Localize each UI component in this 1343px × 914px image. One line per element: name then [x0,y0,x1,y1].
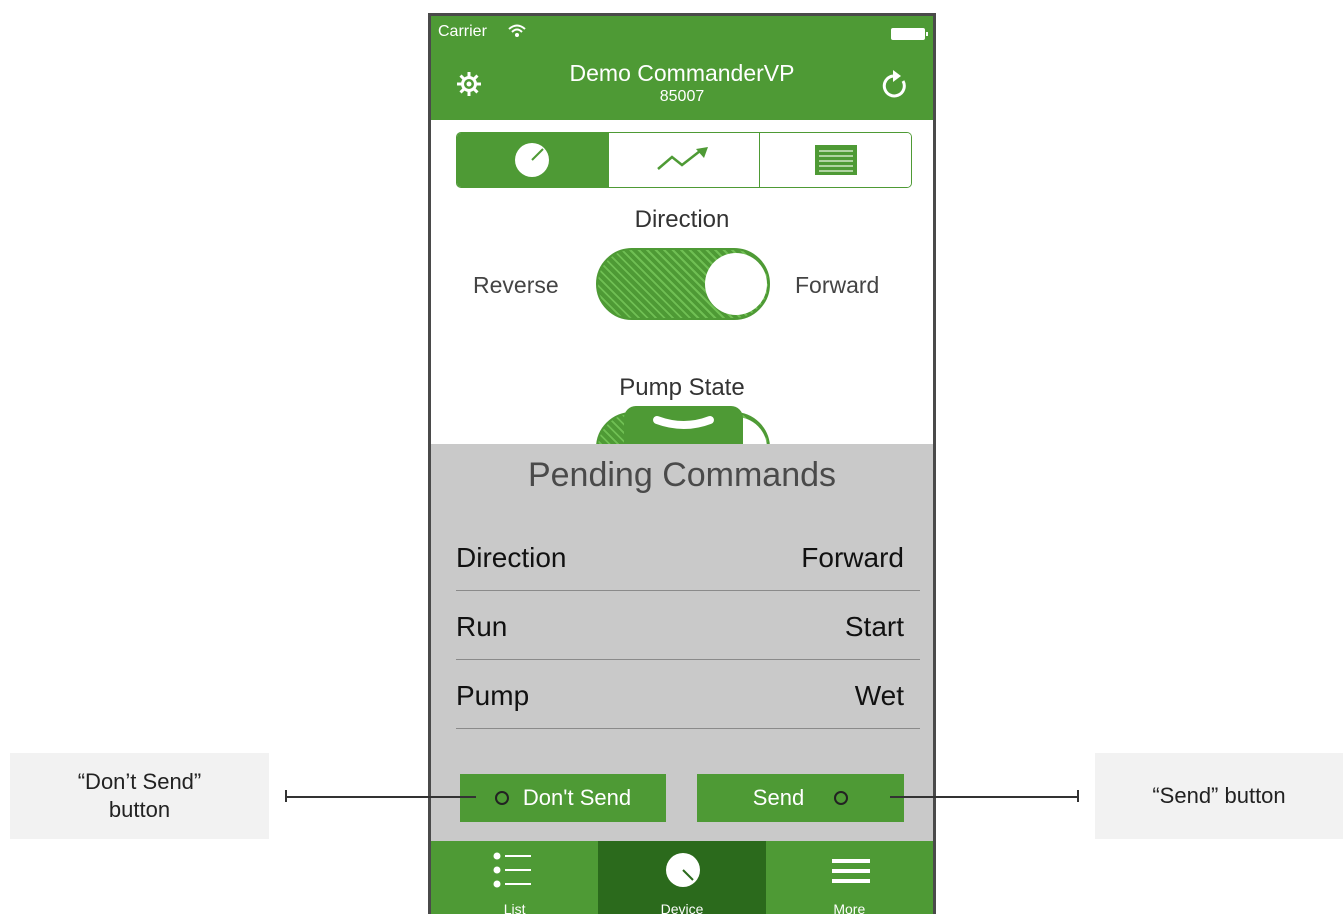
chevron-down-icon [653,416,714,429]
refresh-icon[interactable] [881,68,911,107]
command-name: Pump [456,680,530,711]
send-callout: “Send” button [1095,753,1343,839]
dont-send-button[interactable]: Don't Send [460,774,666,822]
tab-label: List [503,901,526,914]
trend-chart-icon [657,147,708,170]
view-segmented-control [456,132,912,188]
dont-send-callout: “Don’t Send” button [10,753,269,839]
callout-line-end [1077,790,1079,802]
send-label: Send [752,785,805,810]
dont-send-callout-text: “Don’t Send” button [77,769,202,822]
wifi-icon [508,24,526,43]
dont-send-callout-line [286,796,476,798]
callout-anchor-marker [494,791,509,805]
phone-screen: Carrier Demo CommanderVP 85007 Direction… [428,13,936,914]
tab-label: More [833,901,866,914]
dont-send-label: Don't Send [522,785,632,810]
command-row: Run Start [456,591,920,660]
direction-toggle[interactable] [596,248,770,320]
forward-label: Forward [795,272,880,298]
app-header: Carrier Demo CommanderVP 85007 [431,16,933,120]
reverse-label: Reverse [473,272,559,298]
pending-commands-title: Pending Commands [527,456,837,494]
command-name: Direction [456,542,567,573]
command-value: Start [844,611,904,642]
table-icon [814,145,857,175]
send-button[interactable]: Send [697,774,904,822]
tab-label: Device [660,901,704,914]
device-gauge-icon [666,853,701,887]
pending-commands-sheet: Pending Commands Direction Forward Run S… [431,444,933,841]
send-callout-text: “Send” button [1152,783,1286,808]
command-name: Run [456,611,508,642]
command-value: Forward [801,542,904,573]
command-value: Wet [854,680,904,711]
command-row: Direction Forward [456,522,920,591]
pump-state-label: Pump State [619,374,745,401]
send-callout-line [890,796,1078,798]
tab-more[interactable]: More [766,841,933,914]
callout-anchor-marker [834,791,849,805]
bottom-tab-bar: List Device More [431,841,933,914]
device-id: 85007 [659,88,705,105]
segment-gauge[interactable] [457,133,609,187]
toggle-knob [705,253,767,315]
menu-icon [831,859,870,883]
direction-label: Direction [634,206,730,233]
carrier-label: Carrier [438,23,487,40]
segment-trend[interactable] [608,133,761,187]
battery-icon [891,28,928,40]
tab-list[interactable]: List [431,841,598,914]
command-row: Pump Wet [456,660,920,729]
segment-table[interactable] [760,133,911,187]
gauge-icon [515,143,550,177]
tab-device[interactable]: Device [598,841,766,914]
list-icon [493,852,531,888]
device-title: Demo CommanderVP [569,60,795,86]
